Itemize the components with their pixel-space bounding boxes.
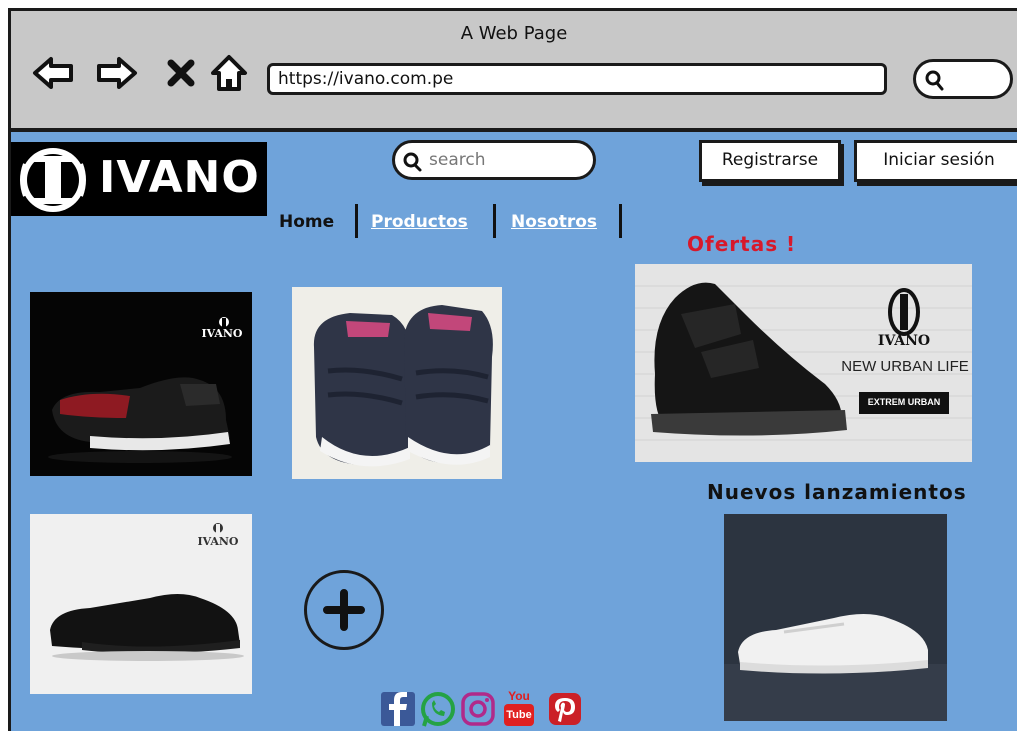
nuevos-heading: Nuevos lanzamientos [707, 480, 967, 504]
menu-separator [493, 204, 496, 238]
menu-item-nosotros[interactable]: Nosotros [511, 212, 597, 232]
menu-separator [355, 204, 358, 238]
product-brand: IVANO [197, 535, 239, 548]
forward-arrow-icon[interactable] [95, 51, 139, 95]
product-image[interactable] [292, 287, 502, 479]
close-icon[interactable] [159, 51, 203, 95]
page-content: IVANO search Registrarse Iniciar sesión … [11, 132, 1017, 731]
site-search-input[interactable]: search [392, 140, 596, 180]
search-placeholder: search [429, 150, 486, 170]
instagram-icon[interactable] [460, 690, 496, 728]
new-release-image[interactable] [724, 514, 947, 721]
add-more-button[interactable] [304, 570, 384, 650]
facebook-icon[interactable] [380, 690, 416, 728]
browser-search-box[interactable] [913, 59, 1013, 99]
browser-window: A Web Page https://ivano.com.pe IVANO se… [8, 8, 1017, 731]
menu-item-productos[interactable]: Productos [371, 212, 468, 232]
register-button[interactable]: Registrarse [699, 140, 841, 182]
menu-item-home[interactable]: Home [279, 212, 334, 232]
search-icon [924, 68, 946, 96]
product-brand: IVANO [201, 327, 243, 340]
logo-text: IVANO [99, 152, 260, 203]
window-title: A Web Page [460, 23, 568, 44]
product-image[interactable]: IVANO [30, 514, 252, 694]
pinterest-icon[interactable] [547, 690, 583, 728]
sneaker-image [30, 292, 252, 476]
offer-brand: IVANO [877, 333, 931, 349]
whatsapp-icon[interactable] [420, 690, 456, 728]
sneaker-image [724, 514, 947, 721]
search-icon [403, 151, 423, 177]
plus-icon [323, 589, 365, 631]
youtube-bottom-text: Tube [504, 704, 534, 726]
offer-badge: EXTREM URBAN [867, 397, 941, 407]
ivano-logo-icon [15, 144, 91, 220]
youtube-top-text: You [508, 689, 530, 703]
back-arrow-icon[interactable] [31, 51, 75, 95]
home-icon[interactable] [207, 51, 251, 95]
sneaker-image [292, 287, 502, 479]
url-bar[interactable]: https://ivano.com.pe [267, 63, 887, 95]
offer-banner[interactable]: IVANO NEW URBAN LIFE EXTREM URBAN [635, 264, 972, 462]
offer-tagline: NEW URBAN LIFE [841, 358, 969, 375]
youtube-icon[interactable]: You Tube [502, 690, 538, 728]
site-logo[interactable]: IVANO [11, 142, 267, 216]
login-button[interactable]: Iniciar sesión [854, 140, 1017, 182]
menu-separator [619, 204, 622, 238]
ofertas-heading: Ofertas ! [687, 232, 797, 256]
product-image[interactable]: IVANO [30, 292, 252, 476]
browser-toolbar: A Web Page https://ivano.com.pe [11, 11, 1017, 132]
